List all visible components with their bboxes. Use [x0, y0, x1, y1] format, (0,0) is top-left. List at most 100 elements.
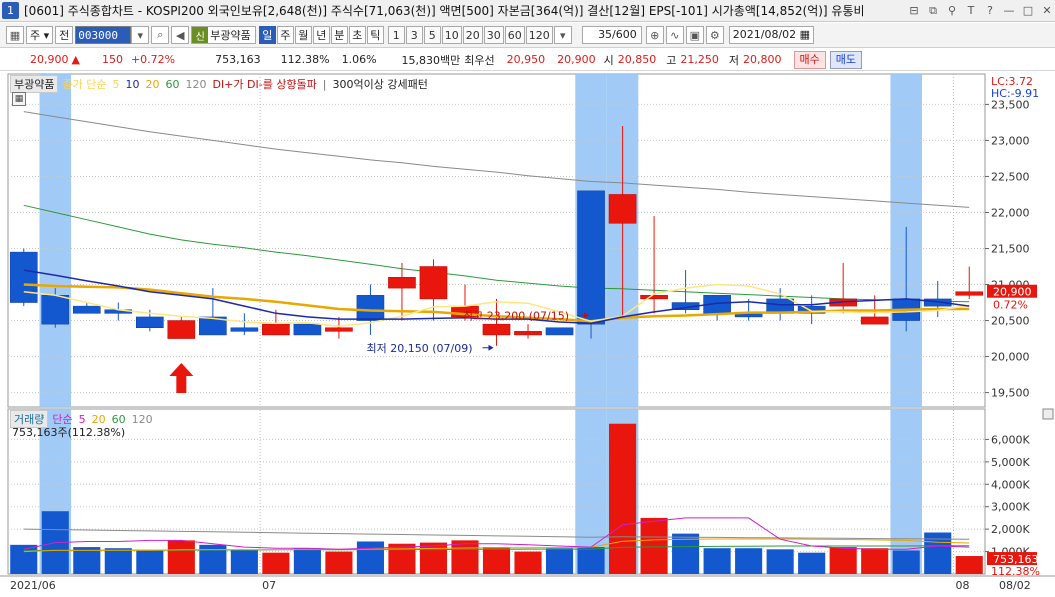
price-tick-label-4: 21,500 [991, 243, 1030, 256]
candle-body-06/21 [9, 251, 38, 303]
legend-ma20: 20 [145, 77, 160, 91]
volume-bar-07/08 [419, 542, 448, 574]
volume-bar-07/19 [640, 517, 668, 574]
volume-bar-07/29 [892, 550, 920, 574]
high-annotation: 최고 23,200 (07/15) [463, 309, 569, 322]
calendar-icon[interactable]: ▦ [800, 27, 810, 43]
interval-button-60[interactable]: 60 [504, 26, 525, 44]
volume-bar-07/27 [829, 547, 857, 574]
window-menu-icon[interactable]: ⊟ [906, 3, 922, 19]
hc-value: HC:-9.91 [991, 87, 1040, 100]
period-tab-1[interactable]: 주 [276, 26, 294, 44]
search-icon[interactable]: ⌕ [151, 26, 170, 44]
volume-bar-08/02 [955, 556, 983, 574]
data-count-field[interactable]: 35/600 [581, 26, 642, 44]
market-select[interactable]: 주 ▾ [26, 26, 54, 44]
price-legend: 부광약품 종가 단순 5 10 20 60 120 DI+가 DI-를 상향돌파… [10, 75, 434, 93]
candle-body-07/08 [419, 266, 448, 300]
trade-amount: 15,830백만 [401, 53, 461, 67]
volume-panel-close-icon[interactable] [1042, 408, 1054, 420]
legend-ma60: 60 [165, 77, 180, 91]
turnover-rate: 1.06% [341, 53, 377, 66]
volume-tick-label-4: 5,000K [991, 456, 1030, 469]
x-label-jul: 07 [262, 579, 276, 592]
candle-body-07/07 [388, 277, 416, 289]
price-tick-label-5: 22,000 [991, 206, 1030, 219]
up-arrow-icon: ▲ [71, 53, 80, 66]
volume-bar-06/21 [10, 544, 38, 574]
price-change-pct: +0.72% [130, 53, 176, 66]
period-tab-0[interactable]: 일 [258, 26, 276, 44]
legend-ma-label: 종가 단순 [62, 78, 107, 91]
interval-button-3[interactable]: 3 [405, 26, 423, 44]
period-tab-2[interactable]: 월 [294, 26, 312, 44]
candle-body-07/15 [577, 190, 605, 325]
period-tab-6[interactable]: 틱 [366, 26, 384, 44]
candle-body-07/01 [262, 323, 290, 336]
volume-bar-06/24 [104, 548, 132, 574]
volume-bar-07/28 [861, 548, 889, 574]
maximize-icon[interactable]: □ [1020, 3, 1036, 19]
interval-button-20[interactable]: 20 [462, 26, 483, 44]
legend-signal-strong: 300억이상 강세패턴 [332, 78, 428, 91]
stock-chart[interactable]: 19,50020,00020,50021,00021,50022,00022,5… [0, 72, 1055, 597]
candle-body-07/16 [608, 194, 637, 224]
pin-icon[interactable]: ⚲ [944, 3, 960, 19]
help-icon[interactable]: ? [982, 3, 998, 19]
volume-bar-06/30 [230, 550, 258, 574]
volume-bar-07/23 [766, 549, 794, 574]
interval-button-120[interactable]: 120 [525, 26, 553, 44]
chart-area[interactable]: 19,50020,00020,50021,00021,50022,00022,5… [0, 72, 1055, 597]
close-icon[interactable]: ✕ [1039, 3, 1055, 19]
legend-vma120: 120 [131, 412, 153, 426]
period-tab-3[interactable]: 년 [312, 26, 330, 44]
minimize-icon[interactable]: — [1001, 3, 1017, 19]
title-bar: 1 [0601] 주식종합차트 - KOSPI200 외국인보유[2,648(천… [0, 0, 1055, 22]
buy-button[interactable]: 매수 [793, 50, 826, 69]
period-tab-4[interactable]: 분 [330, 26, 348, 44]
line-tool-icon[interactable]: ∿ [665, 26, 684, 44]
zoom-icon[interactable]: ⊕ [645, 26, 664, 44]
legend-ma5: 5 [112, 77, 120, 91]
interval-dropdown-icon[interactable]: ▾ [553, 26, 572, 44]
interval-button-1[interactable]: 1 [387, 26, 405, 44]
period-tab-5[interactable]: 초 [348, 26, 366, 44]
font-icon[interactable]: T [963, 3, 979, 19]
save-icon[interactable]: ▣ [685, 26, 704, 44]
volume-bar-07/01 [262, 552, 290, 574]
toolbar: ▦ 주 ▾ 전 ▾ ⌕ ◀ 신 부광약품 일주월년분초틱 13510203060… [0, 23, 1055, 48]
x-label-end: 08/02 [999, 579, 1031, 592]
sell-button[interactable]: 매도 [829, 50, 863, 69]
candle-body-07/05 [325, 327, 353, 332]
date-field[interactable]: 2021/08/02 ▦ [728, 26, 815, 44]
volume-ratio: 112.38% [280, 53, 330, 66]
interval-button-5[interactable]: 5 [423, 26, 441, 44]
legend-ma10: 10 [125, 77, 140, 91]
price-panel [7, 73, 986, 408]
interval-button-10[interactable]: 10 [441, 26, 462, 44]
jeon-button[interactable]: 전 [55, 26, 74, 44]
candle-body-06/28 [167, 320, 196, 339]
chart-menu-icon[interactable]: ▦ [6, 26, 24, 44]
volume-tick-label-3: 4,000K [991, 478, 1030, 491]
interval-button-30[interactable]: 30 [483, 26, 504, 44]
stock-name-box[interactable]: 신 부광약품 [191, 26, 256, 44]
candle-body-06/23 [72, 305, 101, 314]
market-label: 주 [30, 29, 41, 42]
volume-bar-07/13 [514, 551, 542, 574]
candle-body-07/28 [860, 316, 889, 325]
speaker-icon[interactable]: ◀ [171, 26, 190, 44]
volume-bar-07/21 [703, 548, 731, 574]
volume-bar-07/16 [609, 423, 637, 574]
volume-bar-07/15 [577, 547, 605, 574]
price-tick-label-6: 22,500 [991, 170, 1030, 183]
window-restore-icon[interactable]: ⧉ [925, 3, 941, 19]
settings-icon[interactable]: ⚙ [705, 26, 724, 44]
grid-toggle-icon[interactable]: ▦ [12, 92, 26, 106]
candle-body-06/30 [230, 327, 259, 332]
low-price: 20,800 [743, 53, 782, 66]
legend-ma120: 120 [185, 77, 207, 91]
stock-code-input[interactable] [75, 26, 132, 44]
candle-body-06/22 [41, 295, 70, 325]
code-dropdown-icon[interactable]: ▾ [131, 26, 150, 44]
